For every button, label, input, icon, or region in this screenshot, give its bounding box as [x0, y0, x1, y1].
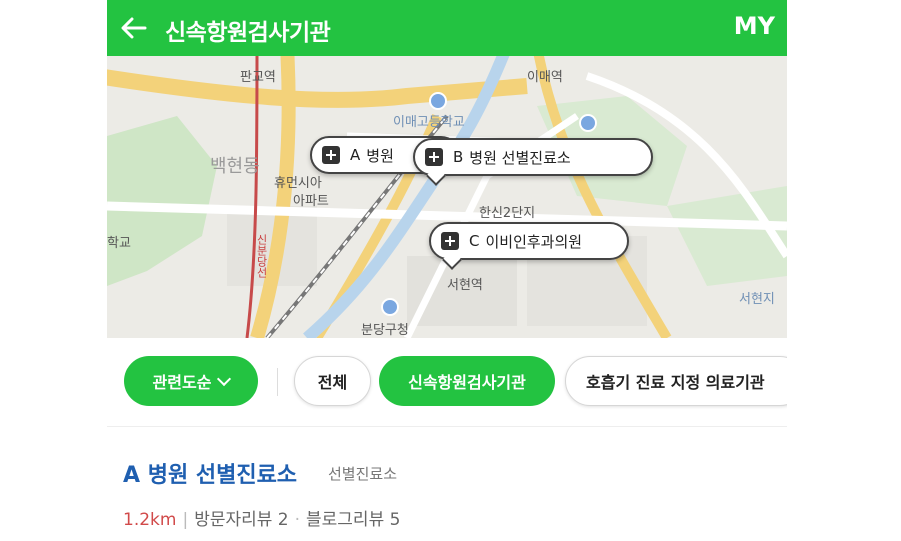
map-marker-b[interactable]: B 병원 선별진료소 [413, 138, 653, 186]
divider [277, 368, 278, 396]
map-label-apt: 아파트 [293, 194, 329, 209]
map-label-school: 학교 [107, 236, 131, 251]
result-meta: 1.2km | 방문자리뷰 2 · 블로그리뷰 5 [123, 505, 400, 530]
filter-bar: 관련도순 전체 신속항원검사기관 호흡기 진료 지정 의료기관 [107, 338, 787, 427]
result-title[interactable]: A 병원 선별진료소 [123, 457, 297, 489]
result-name: 병원 선별진료소 [147, 463, 298, 488]
map-label-baekhyeon: 백현동 [210, 156, 260, 177]
map-label-hanshin: 한신2단지 [479, 206, 536, 221]
map-label-seohyeon-area: 서현지 [739, 292, 775, 307]
app-screen: 신속항원검사기관 MY 판교역 이매역 이매고등학교 백현동 휴먼시아 아파트 … [107, 0, 787, 541]
map-label-sinbundang: 신분당선 [255, 234, 268, 278]
chevron-down-icon [217, 371, 232, 386]
separator-dot: · [294, 510, 301, 530]
hospital-icon [322, 146, 340, 164]
marker-name: 병원 선별진료소 [469, 148, 571, 167]
poi-icon [579, 114, 597, 132]
visitor-reviews-link[interactable]: 방문자리뷰 2 [194, 510, 288, 530]
hospital-icon [425, 148, 443, 166]
chip-rapid-antigen[interactable]: 신속항원검사기관 [379, 356, 555, 406]
hospital-icon [441, 232, 459, 250]
map-label-seohyeon-station: 서현역 [447, 278, 483, 293]
marker-letter: B [453, 148, 464, 166]
marker-letter: C [469, 232, 480, 250]
map-label-huemasi: 휴먼시아 [274, 176, 322, 191]
marker-letter: A [350, 146, 361, 164]
result-distance: 1.2km [123, 510, 177, 530]
app-header: 신속항원검사기관 MY [107, 0, 787, 56]
separator: | [182, 510, 189, 530]
map-label-bundang-office: 분당구청 [361, 323, 409, 338]
map-label-imae-school: 이매고등학교 [393, 115, 465, 130]
page-title: 신속항원검사기관 [165, 20, 331, 46]
result-list-item[interactable]: A 병원 선별진료소 선별진료소 1.2km | 방문자리뷰 2 · 블로그리뷰 5 [107, 427, 787, 541]
map-marker-c[interactable]: C 이비인후과의원 [429, 222, 629, 270]
map-label-imae-station: 이매역 [527, 70, 563, 85]
office-poi-icon [381, 298, 399, 316]
result-letter: A [123, 463, 141, 488]
marker-name: 병원 [366, 146, 394, 165]
marker-name: 이비인후과의원 [485, 232, 583, 251]
chip-respiratory-clinic[interactable]: 호흡기 진료 지정 의료기관 [565, 356, 787, 406]
map-base [107, 56, 787, 338]
sort-label: 관련도순 [152, 373, 212, 392]
back-arrow-icon[interactable] [117, 11, 151, 45]
map-label-pangyo-station: 판교역 [240, 70, 276, 85]
result-category: 선별진료소 [328, 465, 398, 483]
chip-all[interactable]: 전체 [294, 356, 371, 406]
school-poi-icon [429, 92, 447, 110]
map-view[interactable]: 판교역 이매역 이매고등학교 백현동 휴먼시아 아파트 한신2단지 학교 신분당… [107, 56, 787, 338]
my-button[interactable]: MY [734, 12, 775, 40]
blog-reviews-link[interactable]: 블로그리뷰 5 [306, 510, 400, 530]
sort-dropdown[interactable]: 관련도순 [124, 356, 258, 406]
